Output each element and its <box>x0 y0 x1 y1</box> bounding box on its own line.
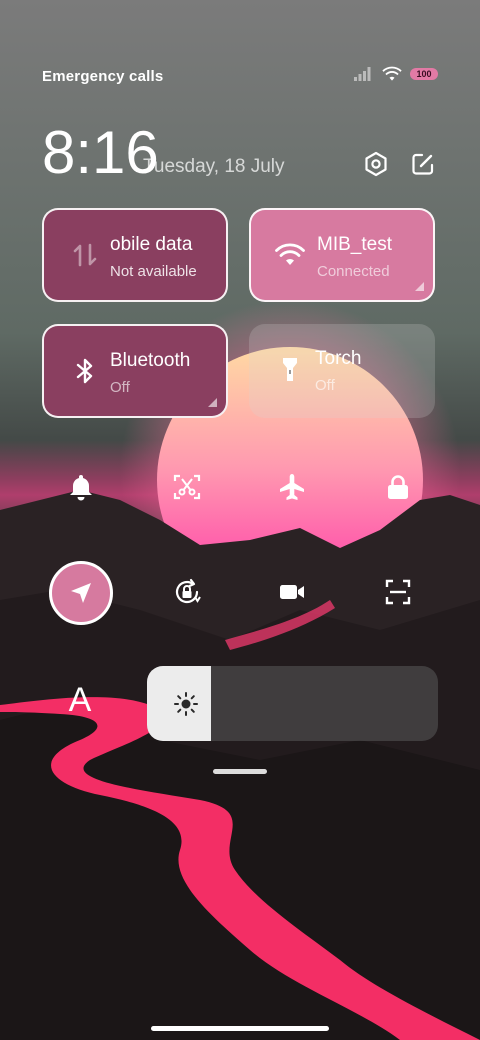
tile-mobile-data[interactable]: obile data Not available <box>42 208 228 302</box>
expand-corner-icon[interactable] <box>208 398 217 407</box>
toggle-silent[interactable] <box>51 457 111 517</box>
signal-icon <box>354 67 371 81</box>
tile-status: Connected <box>317 263 390 280</box>
toggle-rotation-lock[interactable] <box>157 562 217 622</box>
text-size-button[interactable]: A <box>60 680 100 720</box>
edit-icon[interactable] <box>409 150 437 178</box>
toggle-airplane[interactable] <box>262 457 322 517</box>
settings-icon[interactable] <box>362 150 390 178</box>
toggle-location[interactable] <box>49 561 113 625</box>
toggle-screenshot[interactable] <box>157 457 217 517</box>
tile-status: Off <box>110 379 130 396</box>
torch-icon <box>283 358 297 381</box>
screenshot-icon <box>173 474 201 500</box>
toggle-screen-recorder[interactable] <box>262 562 322 622</box>
scan-icon <box>385 579 411 605</box>
tile-bluetooth[interactable]: Bluetooth Off <box>42 324 228 418</box>
tile-label: Torch <box>315 348 362 369</box>
wifi-icon <box>275 243 305 265</box>
toggle-lock-screen[interactable] <box>368 457 428 517</box>
tile-label: Bluetooth <box>110 350 191 371</box>
sun-icon <box>174 692 198 716</box>
wifi-icon <box>382 66 402 81</box>
brightness-slider[interactable] <box>147 666 438 741</box>
status-bar: Emergency calls only 100 <box>0 60 480 92</box>
panel-drag-handle[interactable] <box>213 769 267 774</box>
lock-icon <box>388 475 408 499</box>
mobile-data-icon <box>73 243 97 267</box>
status-icons: 100 <box>354 66 438 82</box>
bell-icon <box>70 475 92 501</box>
video-icon <box>280 585 304 599</box>
tile-label: MIB_test <box>317 234 392 255</box>
carrier-text: Emergency calls only <box>42 68 166 85</box>
tile-status: Off <box>315 377 335 394</box>
tile-status: Not available <box>110 263 197 280</box>
expand-corner-icon[interactable] <box>415 282 424 291</box>
battery-icon: 100 <box>410 68 438 80</box>
clock-date: Tuesday, 18 July <box>143 156 285 177</box>
bluetooth-icon <box>76 358 93 384</box>
toggle-scanner[interactable] <box>368 562 428 622</box>
airplane-icon <box>280 474 304 500</box>
location-icon <box>71 583 91 603</box>
tile-label: obile data <box>110 234 193 255</box>
home-indicator[interactable] <box>151 1026 329 1031</box>
tile-torch[interactable]: Torch Off <box>249 324 435 418</box>
tile-wifi[interactable]: MIB_test Connected <box>249 208 435 302</box>
rotation-lock-icon <box>175 578 201 604</box>
clock-time: 8:16 <box>42 119 159 186</box>
